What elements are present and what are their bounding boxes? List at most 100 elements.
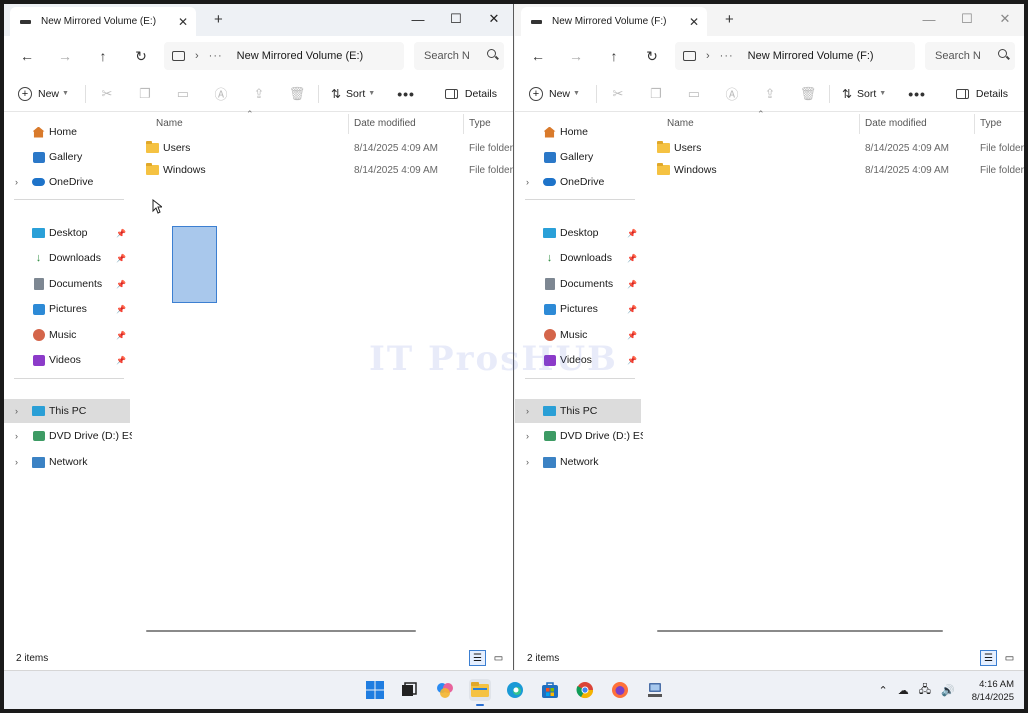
tab-close-icon[interactable]: ✕: [178, 15, 188, 29]
new-tab-button[interactable]: +: [725, 12, 734, 27]
chevron-right-icon[interactable]: ›: [526, 457, 529, 467]
sidebar-item-gallery[interactable]: Gallery: [4, 145, 130, 169]
details-pane-button[interactable]: Details: [955, 88, 1008, 100]
column-header-type[interactable]: Type: [469, 118, 491, 129]
details-view-button[interactable]: ☰: [980, 650, 997, 666]
sidebar-item-onedrive[interactable]: › OneDrive: [4, 170, 130, 194]
store-button[interactable]: [539, 679, 561, 701]
sidebar-item-this-pc[interactable]: › This PC: [4, 399, 130, 423]
rename-icon[interactable]: Ⓐ: [725, 87, 739, 102]
list-item[interactable]: Windows 8/14/2025 4:09 AM File folder: [132, 160, 513, 182]
close-button[interactable]: ✕: [475, 4, 513, 34]
tiles-view-button[interactable]: ▭: [1001, 650, 1018, 666]
new-tab-button[interactable]: +: [214, 12, 223, 27]
sidebar-item-home[interactable]: Home: [4, 120, 130, 144]
more-options-button[interactable]: •••: [908, 86, 926, 102]
chevron-right-icon[interactable]: ›: [15, 457, 18, 467]
chevron-right-icon[interactable]: ›: [15, 177, 18, 187]
chrome-button[interactable]: [574, 679, 596, 701]
minimize-button[interactable]: —: [910, 4, 948, 34]
tab-volume-e[interactable]: New Mirrored Volume (E:) ✕: [10, 7, 196, 36]
horizontal-scrollbar[interactable]: [146, 630, 416, 632]
sort-button[interactable]: ⇅ Sort ▼: [331, 87, 375, 101]
column-divider[interactable]: [974, 114, 975, 134]
file-explorer-button[interactable]: [469, 679, 491, 706]
sidebar-item-onedrive[interactable]: › OneDrive: [515, 170, 641, 194]
copy-icon[interactable]: ❐: [138, 86, 152, 101]
maximize-button[interactable]: ☐: [437, 4, 475, 34]
back-button[interactable]: ←: [8, 40, 46, 72]
cut-icon[interactable]: ✂: [100, 86, 114, 101]
chevron-right-icon[interactable]: ›: [195, 50, 199, 62]
list-item[interactable]: Users 8/14/2025 4:09 AM File folder: [643, 138, 1024, 160]
chevron-right-icon[interactable]: ›: [15, 406, 18, 416]
up-button[interactable]: ↑: [84, 40, 122, 72]
chevron-right-icon[interactable]: ›: [526, 406, 529, 416]
sidebar-item-documents[interactable]: Documents 📌: [515, 272, 641, 296]
sidebar-item-videos[interactable]: Videos 📌: [4, 348, 130, 372]
tiles-view-button[interactable]: ▭: [490, 650, 507, 666]
sidebar-item-pictures[interactable]: Pictures 📌: [515, 297, 641, 321]
file-list[interactable]: ⌃ Name Date modified Type Users 8/14/202…: [132, 109, 513, 640]
rename-icon[interactable]: Ⓐ: [214, 87, 228, 102]
list-item[interactable]: Users 8/14/2025 4:09 AM File folder: [132, 138, 513, 160]
sidebar-item-dvd-drive[interactable]: › DVD Drive (D:) ESD-: [4, 424, 147, 448]
up-button[interactable]: ↑: [595, 40, 633, 72]
details-pane-button[interactable]: Details: [444, 88, 497, 100]
sidebar-item-music[interactable]: Music 📌: [4, 323, 130, 347]
breadcrumb[interactable]: New Mirrored Volume (E:): [237, 50, 364, 62]
refresh-button[interactable]: ↻: [122, 40, 160, 72]
address-bar[interactable]: › ··· New Mirrored Volume (F:): [675, 42, 915, 70]
sidebar-item-network[interactable]: › Network: [4, 450, 130, 474]
clock[interactable]: 4:16 AM 8/14/2025: [972, 678, 1014, 704]
onedrive-offline-icon[interactable]: ☁: [898, 684, 909, 697]
maximize-button[interactable]: ☐: [948, 4, 986, 34]
share-icon[interactable]: ⇪: [252, 86, 266, 101]
network-icon[interactable]: 🖧: [919, 681, 931, 700]
horizontal-scrollbar[interactable]: [657, 630, 943, 632]
share-icon[interactable]: ⇪: [763, 86, 777, 101]
paste-icon[interactable]: ▭: [176, 86, 190, 101]
chevron-right-icon[interactable]: ›: [15, 431, 18, 441]
chevron-right-icon[interactable]: ›: [526, 431, 529, 441]
chevron-right-icon[interactable]: ›: [706, 50, 710, 62]
tab-close-icon[interactable]: ✕: [689, 15, 699, 29]
column-divider[interactable]: [463, 114, 464, 134]
delete-icon[interactable]: 🗑: [289, 86, 306, 101]
column-divider[interactable]: [348, 114, 349, 134]
sidebar-item-network[interactable]: › Network: [515, 450, 641, 474]
minimize-button[interactable]: —: [399, 4, 437, 34]
search-input[interactable]: Search N: [925, 42, 1015, 70]
delete-icon[interactable]: 🗑: [800, 86, 817, 101]
edge-button[interactable]: [504, 679, 526, 701]
sort-button[interactable]: ⇅ Sort ▼: [842, 87, 886, 101]
forward-button[interactable]: →: [46, 40, 84, 72]
column-header-name[interactable]: Name: [156, 118, 183, 129]
sidebar-item-downloads[interactable]: ↓ Downloads 📌: [4, 246, 130, 270]
show-hidden-icons-icon[interactable]: ⌃: [879, 684, 888, 697]
chevron-right-icon[interactable]: ›: [526, 177, 529, 187]
sidebar-item-videos[interactable]: Videos 📌: [515, 348, 641, 372]
breadcrumb[interactable]: New Mirrored Volume (F:): [748, 50, 874, 62]
new-button[interactable]: + New ▼: [529, 86, 580, 101]
copy-icon[interactable]: ❐: [649, 86, 663, 101]
network-app-button[interactable]: [644, 679, 666, 701]
volume-icon[interactable]: 🔊: [941, 684, 955, 697]
refresh-button[interactable]: ↻: [633, 40, 671, 72]
search-input[interactable]: Search N: [414, 42, 504, 70]
back-button[interactable]: ←: [519, 40, 557, 72]
more-options-button[interactable]: •••: [397, 86, 415, 102]
sidebar-item-pictures[interactable]: Pictures 📌: [4, 297, 130, 321]
address-bar[interactable]: › ··· New Mirrored Volume (E:): [164, 42, 404, 70]
paste-icon[interactable]: ▭: [687, 86, 701, 101]
copilot-button[interactable]: [434, 679, 456, 701]
sidebar-item-documents[interactable]: Documents 📌: [4, 272, 130, 296]
firefox-button[interactable]: [609, 679, 631, 701]
breadcrumb-overflow-icon[interactable]: ···: [209, 50, 223, 62]
sidebar-item-desktop[interactable]: Desktop 📌: [515, 221, 641, 245]
column-divider[interactable]: [859, 114, 860, 134]
sidebar-item-dvd-drive[interactable]: › DVD Drive (D:) ESD-: [515, 424, 658, 448]
close-button[interactable]: ✕: [986, 4, 1024, 34]
column-header-date[interactable]: Date modified: [865, 118, 927, 129]
sidebar-item-gallery[interactable]: Gallery: [515, 145, 641, 169]
